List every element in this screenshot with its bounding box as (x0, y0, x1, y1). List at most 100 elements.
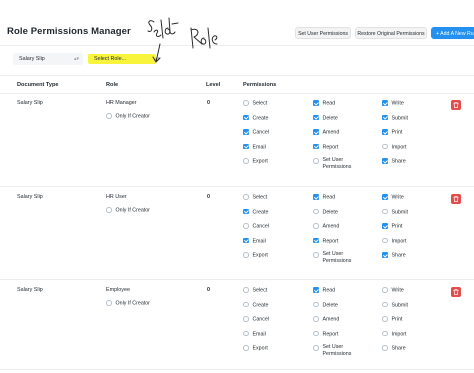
permission-checkbox-cancel[interactable]: Cancel (243, 316, 269, 323)
permission-checkbox-print[interactable]: Print (382, 316, 402, 323)
permission-checkbox-export[interactable]: Export (243, 158, 268, 165)
permission-label: Share (391, 345, 406, 352)
permission-label: Report (322, 238, 339, 244)
checked-box-icon (313, 194, 319, 200)
unchecked-box-icon (243, 194, 249, 200)
checked-box-icon (382, 223, 388, 229)
column-header-level: Level (206, 82, 221, 88)
permission-checkbox-set-user-permissions[interactable]: Set User Permissions (313, 251, 357, 265)
permission-label: Read (322, 194, 336, 201)
permission-checkbox-report[interactable]: Report (313, 330, 338, 337)
only-if-creator-checkbox[interactable]: Only If Creator (106, 113, 150, 120)
unchecked-box-icon (313, 252, 319, 258)
permission-checkbox-write[interactable]: Write (382, 287, 404, 294)
column-header-permissions: Permissions (243, 82, 277, 88)
permission-checkbox-email[interactable]: Email (243, 143, 266, 150)
only-if-creator-checkbox[interactable]: Only If Creator (106, 207, 150, 214)
permission-label: Set User Permissions (322, 251, 352, 264)
delete-rule-button[interactable] (451, 194, 461, 204)
permission-checkbox-import[interactable]: Import (382, 143, 407, 150)
only-if-creator-checkbox[interactable]: Only If Creator (106, 300, 150, 307)
unchecked-box-icon (243, 330, 249, 336)
unchecked-box-icon (313, 345, 319, 351)
permission-checkbox-email[interactable]: Email (243, 330, 266, 337)
checked-box-icon (243, 114, 249, 120)
permission-checkbox-create[interactable]: Create (243, 301, 269, 308)
permission-checkbox-create[interactable]: Create (243, 208, 268, 215)
permission-checkbox-submit[interactable]: Submit (382, 114, 408, 121)
permission-checkbox-submit[interactable]: Submit (382, 301, 408, 308)
permission-label: Share (391, 158, 406, 165)
permission-checkbox-report[interactable]: Report (313, 143, 338, 150)
header-row-divider (0, 93, 474, 94)
permission-checkbox-export[interactable]: Export (243, 345, 268, 352)
column-header-role: Role (106, 82, 119, 88)
permission-checkbox-import[interactable]: Import (382, 330, 407, 337)
permission-checkbox-email[interactable]: Email (243, 237, 266, 244)
handwritten-select-role-annotation (147, 17, 218, 63)
add-new-rule-button[interactable]: + Add A New Ru (431, 27, 474, 39)
row-level: 0 (207, 287, 210, 293)
doctype-select-value: Salary Slip (19, 56, 45, 62)
restore-original-permissions-button[interactable]: Restore Original Permissions (355, 27, 427, 39)
row-level: 0 (207, 194, 210, 200)
permission-checkbox-set-user-permissions[interactable]: Set User Permissions (313, 344, 357, 358)
permission-checkbox-import[interactable]: Import (382, 237, 407, 244)
permission-label: Create (252, 302, 269, 308)
checked-box-icon (313, 237, 319, 243)
permission-checkbox-select[interactable]: Select (243, 100, 267, 107)
permission-checkbox-read[interactable]: Read (313, 100, 335, 107)
unchecked-box-icon (382, 316, 388, 322)
permission-checkbox-amend[interactable]: Amend (313, 316, 339, 323)
unchecked-box-icon (382, 208, 388, 214)
permission-checkbox-select[interactable]: Select (243, 194, 267, 201)
checked-box-icon (243, 208, 249, 214)
permission-checkbox-create[interactable]: Create (243, 114, 268, 121)
role-select-value: Select Role... (94, 56, 127, 62)
permission-checkbox-share[interactable]: Share (382, 345, 406, 352)
delete-rule-button[interactable] (451, 100, 461, 110)
permission-checkbox-cancel[interactable]: Cancel (243, 129, 269, 136)
permission-label: Delete (322, 209, 338, 215)
permission-checkbox-print[interactable]: Print (382, 223, 402, 230)
row-level: 0 (207, 100, 210, 106)
permission-checkbox-submit[interactable]: Submit (382, 208, 408, 215)
checked-box-icon (313, 143, 319, 149)
row-role: HR User (106, 194, 127, 200)
permission-label: Delete (322, 302, 338, 308)
permission-checkbox-write[interactable]: Write (382, 194, 404, 201)
permission-checkbox-share[interactable]: Share (382, 252, 406, 259)
unchecked-box-icon (243, 345, 249, 351)
permission-label: Cancel (252, 129, 270, 136)
permission-checkbox-set-user-permissions[interactable]: Set User Permissions (313, 157, 357, 171)
permission-checkbox-cancel[interactable]: Cancel (243, 223, 269, 230)
checkbox-icon (106, 113, 112, 119)
permission-checkbox-write[interactable]: Write (382, 100, 404, 107)
unchecked-box-icon (243, 223, 249, 229)
unchecked-box-icon (382, 330, 388, 336)
permission-checkbox-read[interactable]: Read (313, 287, 335, 294)
unchecked-box-icon (243, 316, 249, 322)
permission-checkbox-read[interactable]: Read (313, 194, 335, 201)
permission-label: Select (252, 100, 268, 107)
permission-checkbox-export[interactable]: Export (243, 252, 268, 259)
permission-checkbox-report[interactable]: Report (313, 237, 339, 244)
permission-checkbox-share[interactable]: Share (382, 158, 406, 165)
permission-checkbox-delete[interactable]: Delete (313, 114, 338, 121)
permission-label: Read (322, 100, 336, 107)
permission-checkbox-delete[interactable]: Delete (313, 208, 338, 215)
permission-checkbox-delete[interactable]: Delete (313, 301, 338, 308)
doctype-select[interactable]: Salary Slip ▴▾ (13, 53, 83, 65)
set-user-permissions-button[interactable]: Set User Permissions (295, 27, 351, 39)
permission-label: Import (391, 144, 407, 150)
permission-checkbox-amend[interactable]: Amend (313, 129, 339, 136)
header-divider (0, 45, 474, 46)
only-if-creator-label: Only If Creator (115, 207, 150, 214)
delete-rule-button[interactable] (451, 287, 461, 297)
checked-box-icon (382, 114, 388, 120)
permission-checkbox-amend[interactable]: Amend (313, 223, 339, 230)
permission-checkbox-select[interactable]: Select (243, 287, 267, 294)
permission-checkbox-print[interactable]: Print (382, 129, 402, 136)
row-document-type: Salary Slip (17, 287, 43, 293)
permission-label: Amend (322, 129, 340, 136)
